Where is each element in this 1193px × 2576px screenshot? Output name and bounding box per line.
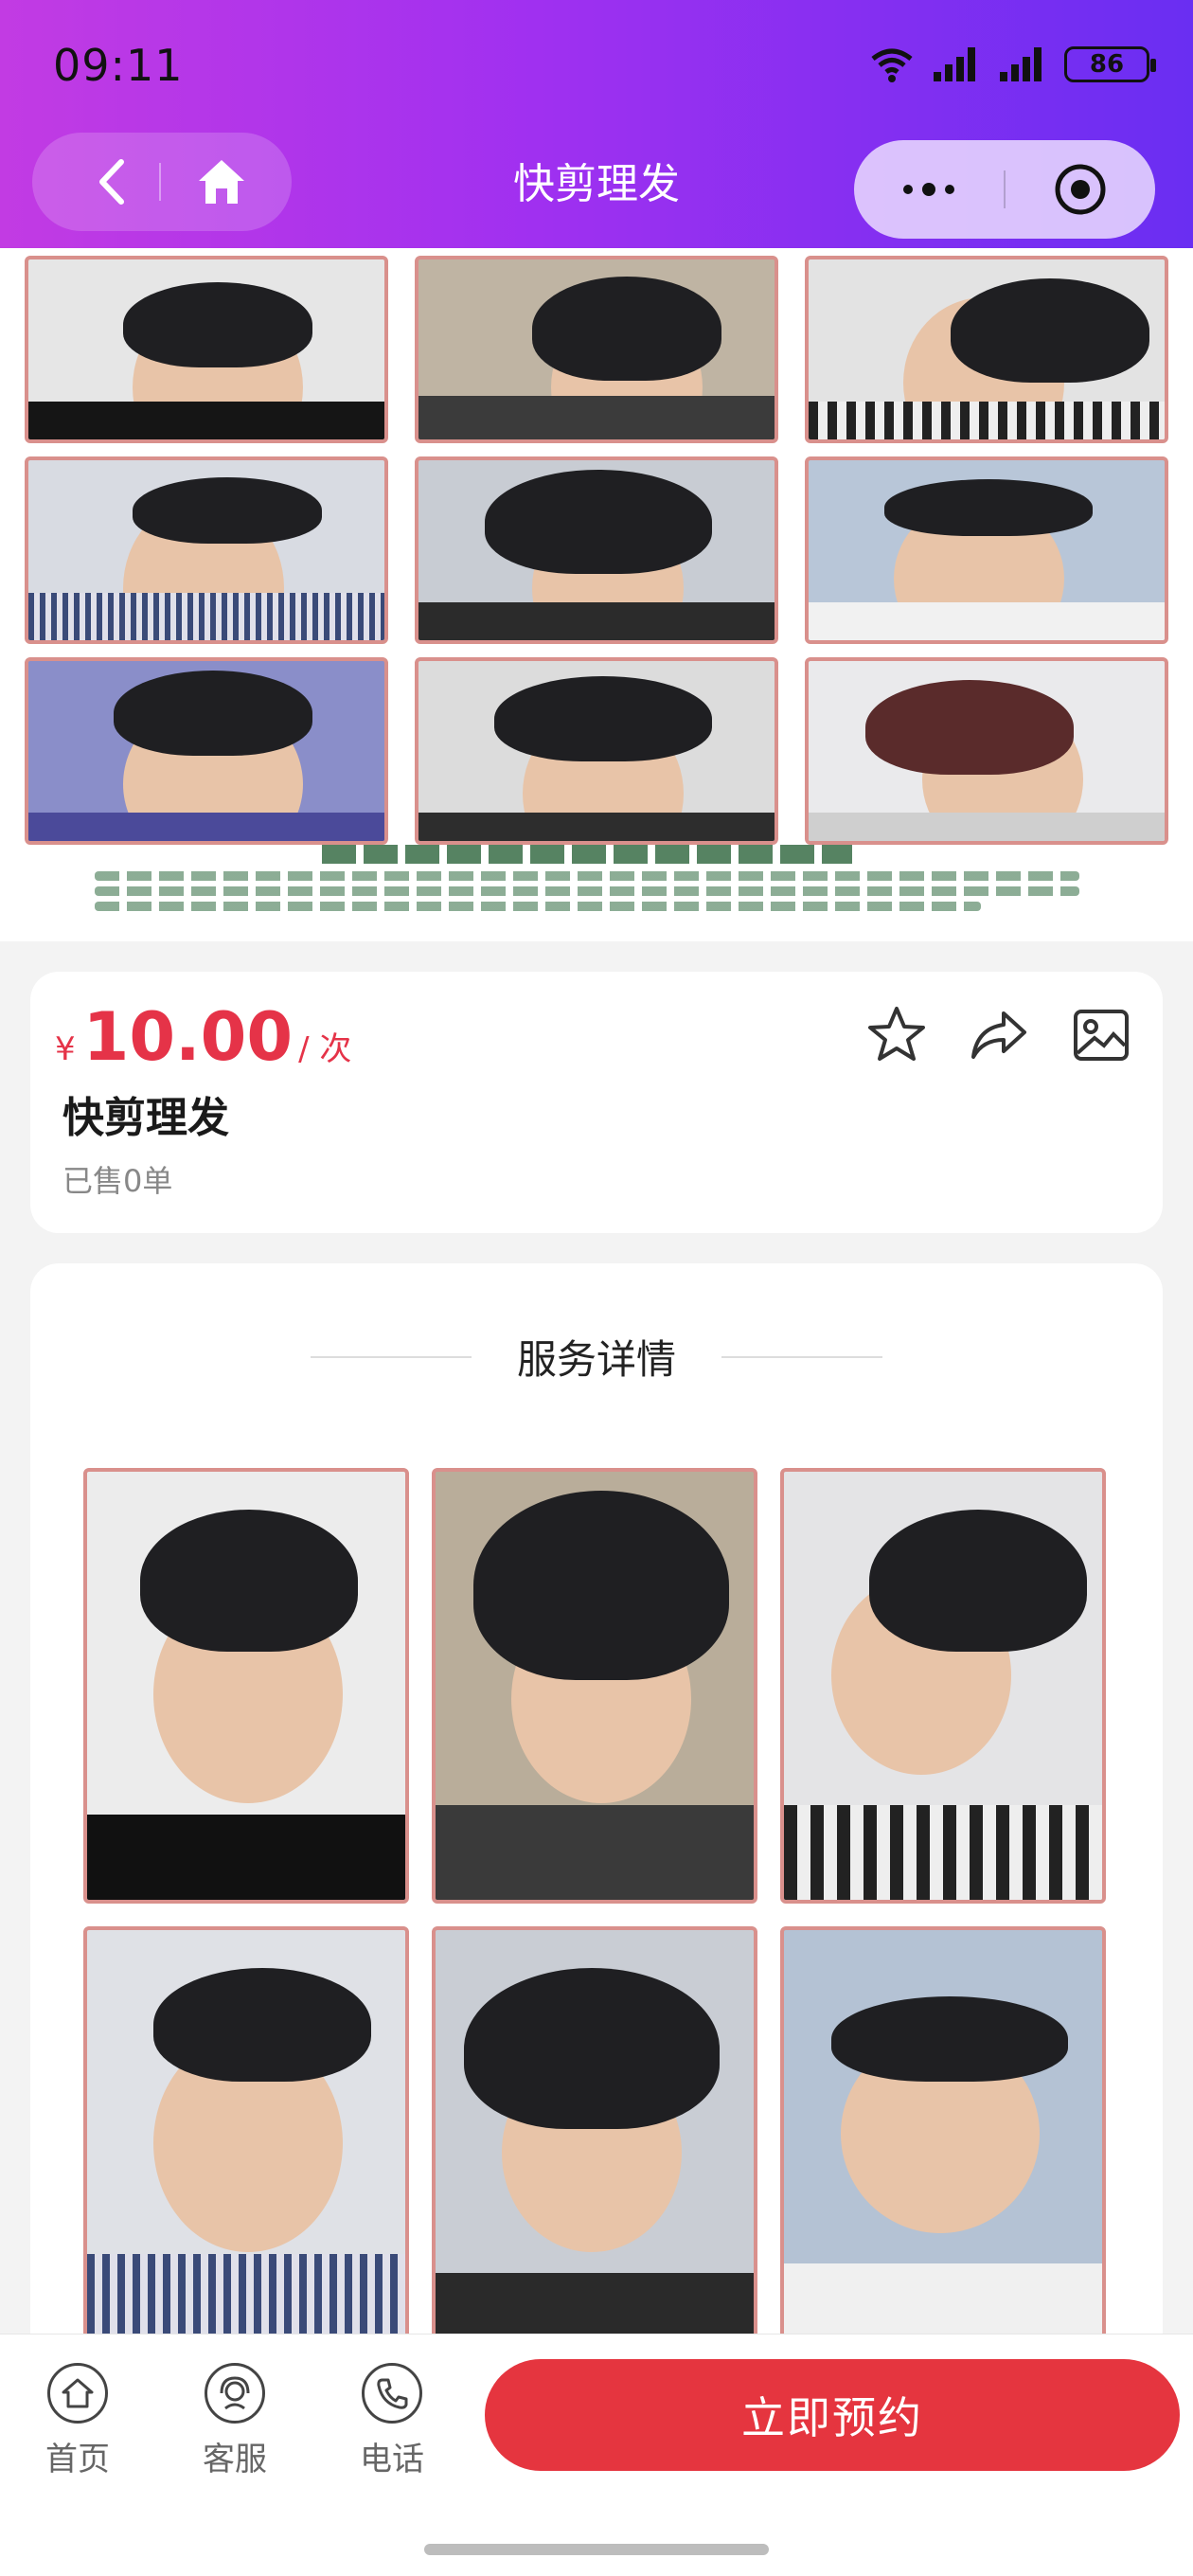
- detail-photo[interactable]: [432, 1468, 757, 1904]
- price: ¥ 10.00 / 次: [55, 998, 351, 1076]
- tab-home[interactable]: 首页: [21, 2363, 134, 2479]
- currency-symbol: ¥: [55, 1030, 76, 1068]
- banner-caption-graphic: [95, 845, 1079, 930]
- target-close-icon: [1055, 164, 1106, 215]
- service-details-section: 服务详情: [30, 1263, 1163, 2400]
- hairstyle-photo: [25, 456, 388, 644]
- detail-image-grid: [83, 1468, 1106, 2362]
- status-icons: 86: [869, 45, 1156, 83]
- header: 09:11 86 快剪理发: [0, 0, 1193, 248]
- image-icon: [1074, 1010, 1129, 1061]
- hairstyle-photo: [415, 256, 778, 443]
- price-unit: / 次: [298, 1030, 352, 1068]
- detail-photo[interactable]: [432, 1926, 757, 2362]
- home-indicator[interactable]: [424, 2544, 769, 2555]
- product-info-card: ¥ 10.00 / 次 快剪理发 已售0单: [30, 972, 1163, 1233]
- product-actions: [865, 1004, 1132, 1066]
- share-icon: [971, 1011, 1026, 1059]
- hairstyle-photo: [415, 456, 778, 644]
- tab-phone[interactable]: 电话: [335, 2363, 449, 2479]
- product-title: 快剪理发: [62, 1094, 229, 1142]
- signal-icon: [934, 47, 975, 81]
- book-now-button[interactable]: 立即预约: [485, 2359, 1180, 2471]
- price-value: 10.00: [82, 998, 294, 1076]
- more-dots-icon: [903, 183, 954, 196]
- tab-customer-service[interactable]: 客服: [178, 2363, 292, 2479]
- divider: [721, 1355, 882, 1358]
- service-details-title: 服务详情: [516, 1336, 676, 1383]
- share-button[interactable]: [968, 1004, 1030, 1066]
- more-button[interactable]: [854, 140, 1004, 239]
- hairstyle-collage: [25, 256, 1168, 845]
- home-icon: [47, 2363, 108, 2424]
- section-heading: 服务详情: [30, 1328, 1163, 1386]
- detail-photo[interactable]: [780, 1926, 1106, 2362]
- detail-photo[interactable]: [780, 1468, 1106, 1904]
- hairstyle-photo: [805, 256, 1168, 443]
- poster-button[interactable]: [1070, 1004, 1132, 1066]
- headset-icon: [205, 2363, 265, 2424]
- hairstyle-photo: [25, 657, 388, 845]
- hairstyle-photo: [25, 256, 388, 443]
- sold-count: 已售0单: [62, 1163, 173, 1199]
- close-mini-program-button[interactable]: [1006, 140, 1155, 239]
- phone-icon: [362, 2363, 422, 2424]
- tab-home-label: 首页: [45, 2441, 110, 2478]
- signal-icon-2: [1000, 47, 1042, 81]
- divider: [310, 1355, 472, 1358]
- bottom-action-bar: 首页 客服 电话 立即预约: [0, 2334, 1193, 2576]
- hairstyle-photo: [415, 657, 778, 845]
- battery-level: 86: [1089, 50, 1125, 79]
- tab-customer-service-label: 客服: [203, 2441, 267, 2478]
- status-bar: 09:11 86: [0, 0, 1193, 142]
- star-icon: [868, 1007, 925, 1061]
- battery-icon: 86: [1064, 46, 1156, 82]
- tab-phone-label: 电话: [360, 2441, 424, 2478]
- product-banner-image[interactable]: [0, 248, 1193, 941]
- wifi-icon: [871, 48, 913, 82]
- detail-photo[interactable]: [83, 1926, 409, 2362]
- detail-photo[interactable]: [83, 1468, 409, 1904]
- hairstyle-photo: [805, 657, 1168, 845]
- hairstyle-photo: [805, 456, 1168, 644]
- clock: 09:11: [53, 40, 184, 91]
- favorite-button[interactable]: [865, 1004, 928, 1066]
- mini-program-capsule: [854, 140, 1155, 239]
